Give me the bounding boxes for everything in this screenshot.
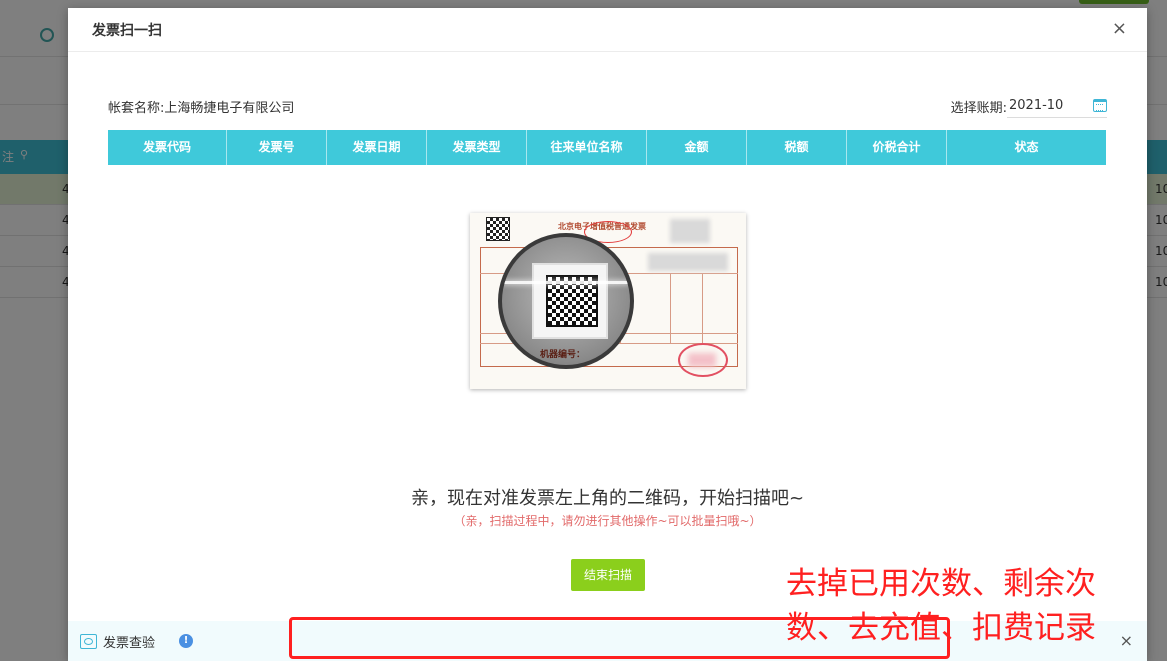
- close-icon[interactable]: ×: [1112, 20, 1127, 38]
- column-header[interactable]: 发票号: [227, 130, 327, 165]
- account-set-label: 帐套名称:上海畅捷电子有限公司: [108, 100, 295, 116]
- dialog-title: 发票扫一扫: [92, 22, 162, 39]
- column-header[interactable]: 状态: [947, 130, 1106, 165]
- column-header[interactable]: 价税合计: [847, 130, 947, 165]
- invoice-rule: [670, 273, 671, 343]
- dialog-header: 发票扫一扫 ×: [68, 8, 1147, 52]
- machine-number-label: 机器编号：: [540, 350, 586, 360]
- invoice-verify-icon[interactable]: [80, 633, 97, 649]
- scan-prompt: 亲，现在对准发票左上角的二维码，开始扫描吧~: [410, 488, 805, 509]
- column-header[interactable]: 发票类型: [427, 130, 527, 165]
- magnifier-icon: 机器编号：: [498, 233, 634, 369]
- column-header[interactable]: 发票日期: [327, 130, 427, 165]
- scan-line: [502, 281, 630, 284]
- qr-code-icon: [486, 217, 510, 241]
- period-input[interactable]: 2021-10: [1007, 94, 1107, 118]
- blurred-field: [648, 253, 728, 271]
- qr-code-icon: [546, 275, 598, 327]
- stamp-oval: [678, 343, 728, 377]
- invoice-verify-link[interactable]: 发票查验: [103, 632, 155, 651]
- info-icon[interactable]: !: [179, 634, 194, 648]
- period-selector: 选择账期: 2021-10: [951, 94, 1107, 118]
- scan-frame: [532, 263, 608, 339]
- end-scan-button[interactable]: 结束扫描: [571, 559, 645, 591]
- column-header[interactable]: 金额: [647, 130, 747, 165]
- invoice-scan-illustration: 北京电子增值税普通发票 机器编号：: [470, 213, 746, 389]
- invoice-rule: [702, 273, 703, 343]
- column-header[interactable]: 发票代码: [108, 130, 227, 165]
- scan-hint: （亲，扫描过程中，请勿进行其他操作~可以批量扫哦~）: [453, 514, 762, 528]
- period-label: 选择账期:: [950, 100, 1007, 116]
- column-header[interactable]: 往来单位名称: [527, 130, 647, 165]
- blurred-field: [670, 219, 710, 243]
- column-header[interactable]: 税额: [747, 130, 847, 165]
- info-row: 帐套名称:上海畅捷电子有限公司 选择账期: 2021-10: [108, 94, 1107, 118]
- calendar-icon[interactable]: [1093, 99, 1107, 112]
- period-value: 2021-10: [1009, 98, 1064, 113]
- annotation-note: 去掉已用次数、剩余次数、去充值、扣费记录: [786, 566, 1096, 646]
- invoice-table-header: 发票代码 发票号 发票日期 发票类型 往来单位名称 金额 税额 价税合计 状态: [108, 130, 1106, 165]
